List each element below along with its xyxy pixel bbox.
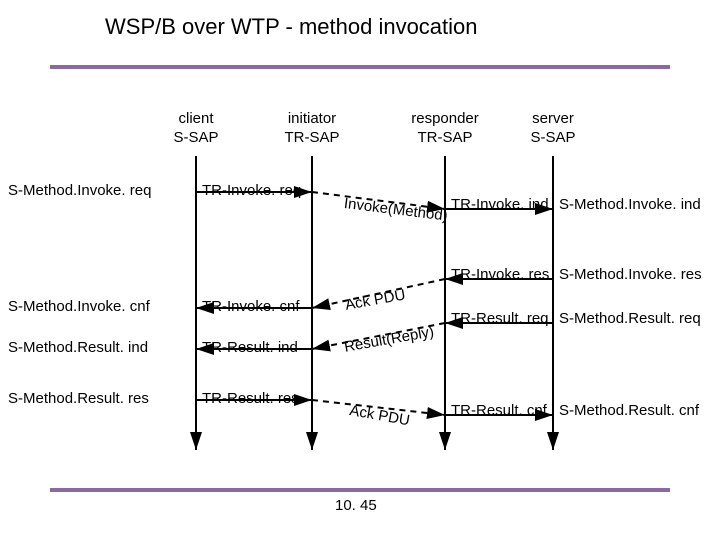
sm-result-ind-inner: TR-Result. ind <box>202 340 298 357</box>
tr-invoke-ind-inner: TR-Invoke. ind <box>451 197 549 214</box>
sm-result-res-inner: TR-Result. res <box>202 391 299 408</box>
tr-result-cnf-outer: S-Method.Result. cnf <box>559 403 699 420</box>
column-header-client-line1: client <box>178 111 213 128</box>
page-number: 10. 45 <box>335 498 377 515</box>
ack-pdu-label: Ack PDU <box>344 287 407 314</box>
column-header-responder-line2: TR-SAP <box>417 130 472 147</box>
tr-result-req-outer: S-Method.Result. req <box>559 311 701 328</box>
page-title: WSP/B over WTP - method invocation <box>105 15 478 39</box>
tr-result-req-inner: TR-Result. req <box>451 311 549 328</box>
column-header-initiator-line1: initiator <box>288 111 336 128</box>
sm-invoke-cnf-outer: S-Method.Invoke. cnf <box>8 299 150 316</box>
invoke-method-label: Invoke(Method) <box>343 196 448 225</box>
sm-invoke-cnf-inner: TR-Invoke. cnf <box>202 299 300 316</box>
tr-invoke-res-inner: TR-Invoke. res <box>451 267 549 284</box>
result-reply-label: Result(Reply) <box>343 324 435 356</box>
tr-result-cnf-inner: TR-Result. cnf <box>451 403 547 420</box>
tr-invoke-res-outer: S-Method.Invoke. res <box>559 267 702 284</box>
sm-result-ind-outer: S-Method.Result. ind <box>8 340 148 357</box>
column-header-server-line1: server <box>532 111 574 128</box>
column-header-initiator-line2: TR-SAP <box>284 130 339 147</box>
sm-invoke-req-inner: TR-Invoke. req <box>202 183 301 200</box>
column-header-client-line2: S-SAP <box>173 130 218 147</box>
ack-pdu-2-label: Ack PDU <box>348 403 411 430</box>
column-header-responder-line1: responder <box>411 111 479 128</box>
column-header-server-line2: S-SAP <box>530 130 575 147</box>
sm-result-res-outer: S-Method.Result. res <box>8 391 149 408</box>
sm-invoke-req-outer: S-Method.Invoke. req <box>8 183 151 200</box>
tr-invoke-ind-outer: S-Method.Invoke. ind <box>559 197 701 214</box>
